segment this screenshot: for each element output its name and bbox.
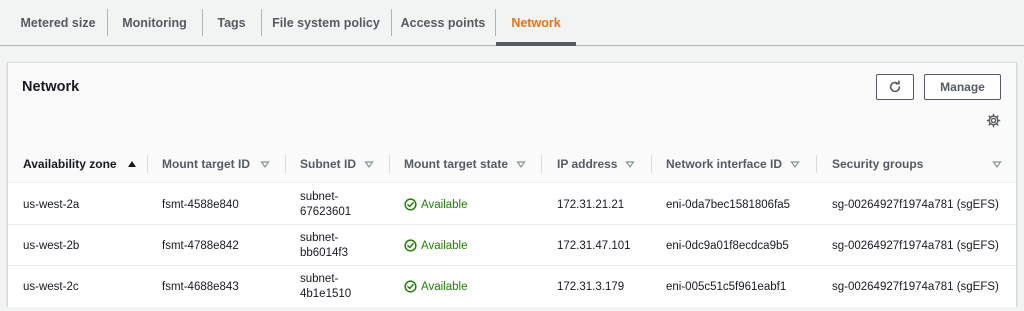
sort-icon[interactable] (789, 158, 801, 170)
cell-network-interface-id: eni-0da7bec1581806fa5 (666, 198, 791, 211)
subnet-id-line1: subnet- (300, 231, 339, 244)
column-label: Security groups (832, 157, 924, 171)
column-header-security-groups[interactable]: Security groups (832, 145, 923, 183)
refresh-icon (889, 80, 901, 93)
column-divider (285, 155, 286, 173)
cell-ip-address: 172.31.21.21 (557, 198, 625, 211)
sort-icon[interactable] (363, 158, 375, 170)
column-label: Network interface ID (666, 157, 783, 171)
cell-mount-target-id: fsmt-4788e842 (162, 239, 239, 252)
subnet-id-line2: bb6014f3 (300, 246, 348, 259)
column-header-subnet-id[interactable]: Subnet ID (300, 145, 356, 183)
table-settings-button[interactable] (984, 111, 1002, 129)
column-label: IP address (557, 157, 618, 171)
manage-button[interactable]: Manage (924, 74, 1001, 100)
column-divider (389, 155, 390, 173)
cell-subnet-id: subnet- 67623601 (300, 184, 360, 225)
cell-security-groups: sg-00264927f1974a781 (sgEFS) (832, 239, 999, 252)
cell-subnet-id: subnet- bb6014f3 (300, 225, 360, 266)
tab-bar: Metered size Monitoring Tags File system… (0, 0, 1024, 46)
refresh-button[interactable] (876, 74, 914, 100)
subnet-id-line1: subnet- (300, 272, 339, 285)
table-row: us-west-2b fsmt-4788e842 subnet- bb6014f… (8, 225, 1016, 266)
cell-mount-target-id: fsmt-4588e840 (162, 198, 239, 211)
status-text: Available (421, 280, 468, 293)
tab-tags[interactable]: Tags (203, 0, 260, 46)
cell-security-groups: sg-00264927f1974a781 (sgEFS) (832, 198, 999, 211)
check-circle-icon (404, 198, 417, 211)
cell-mount-target-state: Available (404, 225, 467, 266)
table-header: Availability zone Mount target ID Subnet… (8, 145, 1016, 183)
cell-availability-zone: us-west-2c (23, 280, 79, 293)
cell-security-groups: sg-00264927f1974a781 (sgEFS) (832, 280, 999, 293)
status-text: Available (421, 198, 468, 211)
sort-icon[interactable] (624, 158, 636, 170)
tab-monitoring[interactable]: Monitoring (108, 0, 201, 46)
sort-icon[interactable] (991, 158, 1003, 170)
cell-network-interface-id: eni-0dc9a01f8ecdca9b5 (666, 239, 789, 252)
column-label: Mount target ID (162, 157, 250, 171)
panel-header: Network Manage (8, 63, 1016, 145)
tab-file-system-policy[interactable]: File system policy (262, 0, 390, 46)
cell-ip-address: 172.31.47.101 (557, 239, 631, 252)
table-row: us-west-2a fsmt-4588e840 subnet- 6762360… (8, 184, 1016, 225)
subnet-id-line2: 4b1e1510 (300, 287, 352, 300)
column-label: Availability zone (23, 157, 117, 171)
status-text: Available (421, 239, 468, 252)
column-header-network-interface-id[interactable]: Network interface ID (666, 145, 782, 183)
column-header-mount-target-id[interactable]: Mount target ID (162, 145, 250, 183)
cell-availability-zone: us-west-2a (23, 198, 80, 211)
active-tab-indicator (496, 42, 576, 46)
column-divider (816, 155, 817, 173)
cell-mount-target-id: fsmt-4688e843 (162, 280, 239, 293)
tab-network[interactable]: Network (496, 0, 576, 46)
column-divider (147, 155, 148, 173)
cell-ip-address: 172.31.3.179 (557, 280, 625, 293)
cell-availability-zone: us-west-2b (23, 239, 80, 252)
subnet-id-line2: 67623601 (300, 205, 352, 218)
column-divider (651, 155, 652, 173)
panel-title: Network (22, 79, 80, 95)
subnet-id-line1: subnet- (300, 190, 339, 203)
column-label: Subnet ID (300, 157, 356, 171)
check-circle-icon (404, 239, 417, 252)
tab-access-points[interactable]: Access points (392, 0, 494, 46)
check-circle-icon (404, 280, 417, 293)
gear-icon (986, 113, 1000, 127)
cell-subnet-id: subnet- 4b1e1510 (300, 266, 360, 307)
column-header-mount-target-state[interactable]: Mount target state (404, 145, 508, 183)
network-panel: Network Manage Availability zone Mount t… (7, 62, 1017, 307)
cell-mount-target-state: Available (404, 184, 467, 225)
cell-mount-target-state: Available (404, 266, 467, 307)
sort-ascending-icon[interactable] (126, 158, 138, 170)
column-label: Mount target state (404, 157, 509, 171)
column-divider (541, 155, 542, 173)
sort-icon[interactable] (515, 158, 527, 170)
column-header-ip-address[interactable]: IP address (557, 145, 617, 183)
sort-icon[interactable] (259, 158, 271, 170)
cell-network-interface-id: eni-005c51c5f961eabf1 (666, 280, 787, 293)
tab-metered-size[interactable]: Metered size (10, 0, 106, 46)
column-header-availability-zone[interactable]: Availability zone (23, 145, 117, 183)
table-row: us-west-2c fsmt-4688e843 subnet- 4b1e151… (8, 266, 1016, 307)
